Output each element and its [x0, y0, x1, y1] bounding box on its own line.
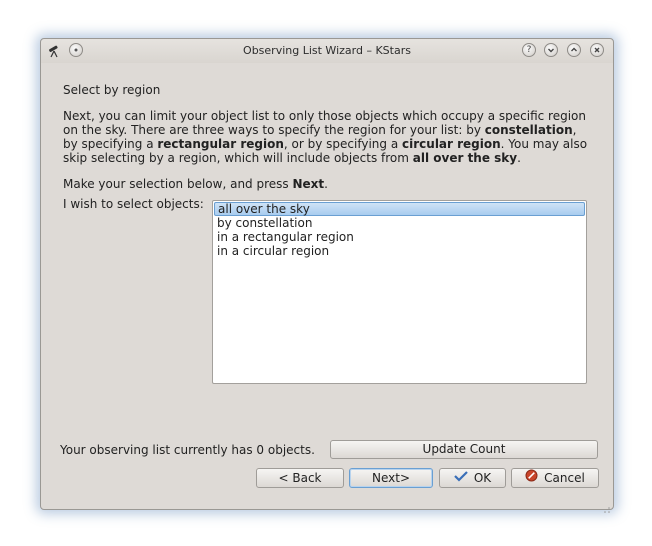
next-label: Next>	[371, 471, 410, 485]
select-label: I wish to select objects:	[63, 197, 204, 211]
resize-grip-icon[interactable]	[603, 499, 611, 513]
instruction-text: Make your selection below, and press Nex…	[63, 177, 328, 191]
region-listbox[interactable]: all over the sky by constellation in a r…	[212, 200, 587, 384]
list-item-circular-region[interactable]: in a circular region	[214, 244, 585, 258]
wizard-window: Observing List Wizard – KStars ? Select …	[40, 38, 614, 513]
list-item-rectangular-region[interactable]: in a rectangular region	[214, 230, 585, 244]
cancel-label: Cancel	[544, 471, 585, 485]
next-button[interactable]: Next>	[349, 468, 433, 488]
ok-label: OK	[473, 471, 492, 485]
close-icon[interactable]	[590, 43, 604, 57]
object-count-text: Your observing list currently has 0 obje…	[60, 443, 315, 457]
update-count-button[interactable]: Update Count	[330, 440, 598, 459]
list-item-all-over-the-sky[interactable]: all over the sky	[214, 202, 585, 216]
cancel-icon	[525, 469, 538, 487]
title-bar[interactable]: Observing List Wizard – KStars ?	[41, 39, 613, 63]
update-count-label: Update Count	[422, 442, 506, 456]
back-button[interactable]: < Back	[256, 468, 344, 488]
page-heading: Select by region	[63, 83, 161, 97]
maximize-icon[interactable]	[567, 43, 581, 57]
description-paragraph: Next, you can limit your object list to …	[63, 109, 588, 165]
checkmark-icon	[454, 469, 468, 487]
list-item-by-constellation[interactable]: by constellation	[214, 216, 585, 230]
ok-button[interactable]: OK	[439, 468, 506, 488]
wizard-content: Select by region Next, you can limit you…	[41, 63, 613, 509]
back-label: < Back	[278, 471, 322, 485]
minimize-icon[interactable]	[544, 43, 558, 57]
help-icon[interactable]: ?	[522, 43, 536, 57]
cancel-button[interactable]: Cancel	[511, 468, 599, 488]
